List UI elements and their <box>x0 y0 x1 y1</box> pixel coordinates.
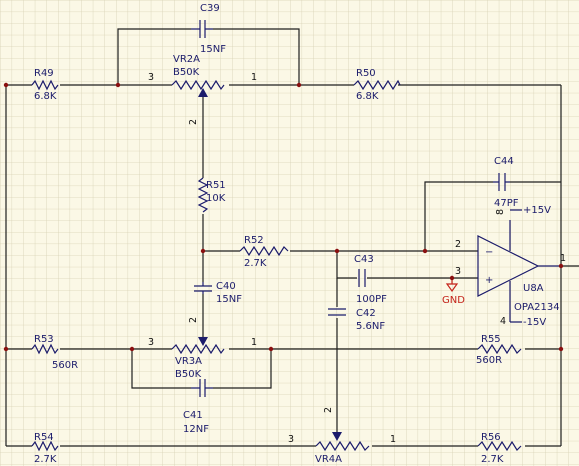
junction-dot <box>558 263 564 269</box>
c40-value: 15NF <box>216 294 242 305</box>
u8a-pin8: 8 <box>495 209 506 215</box>
vr2a-ref: VR2A <box>173 54 200 65</box>
vr2a-pin2: 2 <box>188 119 199 125</box>
junction-dot <box>200 248 206 254</box>
junction-dot <box>422 248 428 254</box>
u8a-ref: U8A <box>523 283 544 294</box>
junction-dot <box>115 82 121 88</box>
vr3a-value: B50K <box>175 369 202 380</box>
gnd-label: GND <box>442 295 465 306</box>
junction-dot <box>129 346 135 352</box>
u8a-part: OPA2134 <box>514 302 560 313</box>
u8a-pin3: 3 <box>455 266 461 277</box>
vr3a-pin2: 2 <box>188 317 199 323</box>
r55-value: 560R <box>476 355 502 366</box>
vr4a-pin3: 3 <box>288 434 294 445</box>
c44-ref: C44 <box>494 156 514 167</box>
vr4a-pin2: 2 <box>323 407 334 413</box>
junction-dot <box>334 248 340 254</box>
r55-ref: R55 <box>481 334 501 345</box>
u8a-pin4: 4 <box>500 316 506 327</box>
vr3a-ref: VR3A <box>175 356 202 367</box>
grid-background <box>0 0 579 466</box>
r54-value: 2.7K <box>34 454 57 465</box>
junction-dot <box>296 82 302 88</box>
junction-dot <box>558 346 564 352</box>
u8a-pin1: 1 <box>560 253 566 264</box>
c43-value: 100PF <box>356 294 387 305</box>
r49-value: 6.8K <box>34 91 57 102</box>
c39-value: 15NF <box>200 44 226 55</box>
vr2a-value: B50K <box>173 67 200 78</box>
vr2a-pin3: 3 <box>148 72 154 83</box>
c40-ref: C40 <box>216 281 236 292</box>
junction-dot <box>449 275 455 281</box>
schematic-canvas: C39 15NF R49 6.8K VR2A B50K 3 1 2 R50 6.… <box>0 0 579 466</box>
r56-value: 2.7K <box>481 454 504 465</box>
u8a-vneg: -15V <box>523 317 546 328</box>
vr3a-pin3: 3 <box>148 337 154 348</box>
r50-ref: R50 <box>356 68 376 79</box>
vr2a-pin1: 1 <box>251 72 257 83</box>
junction-dot <box>3 346 9 352</box>
r54-ref: R54 <box>34 432 54 443</box>
c42-value: 5.6NF <box>356 321 385 332</box>
r53-value: 560R <box>52 360 78 371</box>
vr4a-pin1: 1 <box>390 434 396 445</box>
r52-ref: R52 <box>244 235 264 246</box>
c39-ref: C39 <box>200 3 220 14</box>
c41-value: 12NF <box>183 424 209 435</box>
c44-value: 47PF <box>494 198 519 209</box>
r51-value: 10K <box>206 193 226 204</box>
u8a-vpos: +15V <box>523 205 551 216</box>
vr4a-ref: VR4A <box>315 454 342 465</box>
u8a-pin2: 2 <box>455 239 461 250</box>
r49-ref: R49 <box>34 68 54 79</box>
u8a-minus-sign: − <box>485 247 493 258</box>
r53-ref: R53 <box>34 334 54 345</box>
u8a-plus-sign: + <box>485 275 493 286</box>
c41-ref: C41 <box>183 410 203 421</box>
r56-ref: R56 <box>481 432 501 443</box>
r51-ref: R51 <box>206 180 226 191</box>
r52-value: 2.7K <box>244 258 267 269</box>
r50-value: 6.8K <box>356 91 379 102</box>
junction-dot <box>268 346 274 352</box>
junction-dot <box>3 82 9 88</box>
vr3a-pin1: 1 <box>251 337 257 348</box>
c43-ref: C43 <box>354 254 374 265</box>
c42-ref: C42 <box>356 308 376 319</box>
